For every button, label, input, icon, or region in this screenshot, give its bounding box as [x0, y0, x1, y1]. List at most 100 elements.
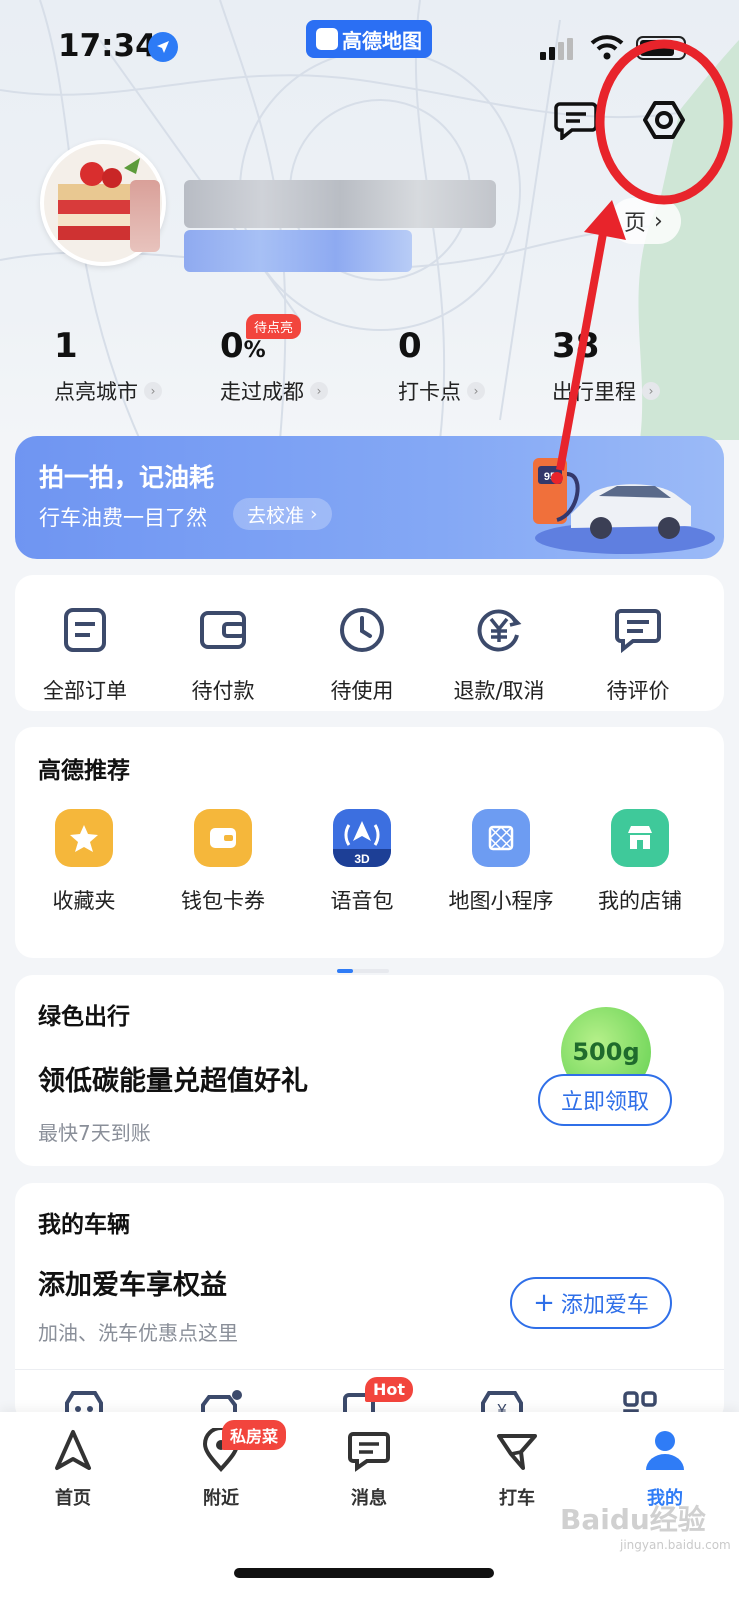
vehicle-card: 我的车辆 添加爱车享权益 加油、洗车优惠点这里 + 添加爱车 Hot ¥ — [15, 1183, 724, 1423]
rec-label: 地图小程序 — [448, 889, 554, 913]
status-time: 17:34 — [58, 28, 157, 64]
nav-taxi[interactable]: 打车 — [462, 1428, 572, 1510]
chevron-right-icon: › — [310, 382, 328, 400]
stat-unit: % — [243, 338, 266, 363]
stat-label: 打卡点 — [398, 380, 461, 404]
battery-icon — [636, 36, 686, 60]
order-label: 待评价 — [606, 679, 670, 703]
shop-icon — [611, 809, 669, 867]
yuan-refund-icon — [477, 609, 522, 652]
vehicle-headline: 添加爱车享权益 — [38, 1270, 227, 1301]
profile-homepage-link[interactable]: 页 › — [610, 198, 681, 244]
chevron-right-icon: › — [654, 208, 663, 234]
stat-label: 点亮城市 — [54, 380, 138, 404]
stat-value: 0 — [398, 326, 422, 366]
claim-label: 立即领取 — [560, 1090, 649, 1115]
order-label: 退款/取消 — [453, 679, 545, 703]
app-badge[interactable]: 高德地图 — [306, 20, 432, 58]
claim-button[interactable]: 立即领取 — [538, 1074, 672, 1126]
stat-cities[interactable]: 1 点亮城市 › — [54, 326, 162, 406]
nav-home[interactable]: 首页 — [18, 1428, 128, 1510]
vehicle-title: 我的车辆 — [38, 1212, 130, 1238]
clock-icon — [340, 608, 384, 652]
voice-3d-tag: 3D — [354, 852, 370, 866]
avatar-blur — [130, 180, 160, 252]
stat-label: 走过成都 — [220, 380, 304, 404]
wallet-icon — [194, 809, 252, 867]
app-badge-label: 高德地图 — [342, 28, 422, 53]
chevron-right-icon: › — [144, 382, 162, 400]
order-all[interactable]: 全部订单 — [25, 605, 145, 705]
add-car-label: 添加爱车 — [560, 1293, 649, 1318]
profile-link-label: 页 — [624, 211, 647, 236]
green-travel-card[interactable]: 绿色出行 领低碳能量兑超值好礼 最快7天到账 500g 立即领取 — [15, 975, 724, 1166]
wallet-icon — [200, 611, 246, 649]
calibrate-button[interactable]: 去校准 › — [233, 498, 332, 530]
nearby-badge: 私房菜 — [222, 1420, 287, 1450]
nav-label: 消息 — [351, 1488, 387, 1509]
order-label: 全部订单 — [43, 679, 127, 703]
nav-label: 附近 — [203, 1488, 239, 1509]
stat-label: 出行里程 — [552, 380, 636, 404]
rec-label: 我的店铺 — [598, 889, 682, 913]
recommend-card: 高德推荐 收藏夹 钱包卡券 3D 语音包 地图小程序 我的店铺 — [15, 727, 724, 973]
navigate-arrow-icon — [55, 1430, 91, 1470]
fuel-car-illustration: 95 — [533, 458, 715, 554]
energy-value: 500g — [572, 1038, 640, 1066]
order-label: 待使用 — [330, 679, 394, 703]
nav-label: 首页 — [55, 1488, 91, 1509]
watermark: Baidu经验 — [560, 1503, 706, 1536]
order-list-icon — [64, 608, 106, 652]
voice-3d-icon: 3D — [333, 809, 391, 867]
nav-label: 打车 — [499, 1488, 535, 1509]
home-indicator[interactable] — [234, 1568, 494, 1578]
rec-mini-program[interactable]: 地图小程序 — [436, 809, 566, 915]
rec-label: 钱包卡券 — [181, 889, 265, 913]
stat-value: 1 — [54, 326, 78, 366]
add-car-button[interactable]: + 添加爱车 — [510, 1277, 672, 1329]
green-title: 绿色出行 — [38, 1004, 130, 1030]
rec-label: 收藏夹 — [52, 889, 116, 913]
rec-wallet[interactable]: 钱包卡券 — [158, 809, 288, 915]
order-to-use[interactable]: 待使用 — [302, 605, 422, 705]
page-indicator — [337, 969, 389, 973]
watermark-url: jingyan.baidu.com — [620, 1538, 731, 1552]
stat-value: 0 — [220, 326, 244, 366]
fuel-banner[interactable]: 拍一拍，记油耗 行车油费一目了然 去校准 › 95 — [15, 436, 724, 559]
orders-card: 全部订单 待付款 待使用 退款/取消 待评价 — [15, 575, 724, 711]
message-button[interactable] — [552, 96, 600, 144]
stat-mileage[interactable]: 38 出行里程 › — [552, 326, 660, 406]
rec-voice[interactable]: 3D 语音包 — [297, 809, 427, 915]
stat-chengdu[interactable]: 0% 走过成都 › — [220, 326, 328, 406]
recommend-title: 高德推荐 — [38, 758, 130, 784]
app-logo-icon — [316, 28, 338, 50]
banner-subtitle: 行车油费一目了然 — [39, 506, 207, 530]
hexagon-settings-icon — [643, 101, 685, 139]
nav-messages[interactable]: 消息 — [314, 1428, 424, 1510]
order-unpaid[interactable]: 待付款 — [163, 605, 283, 705]
plus-icon: + — [533, 1288, 555, 1318]
pump-label: 95 — [544, 471, 556, 483]
settings-button[interactable] — [640, 96, 688, 144]
stat-checkins[interactable]: 0 打卡点 › — [398, 326, 485, 406]
green-headline: 领低碳能量兑超值好礼 — [38, 1066, 308, 1097]
wifi-icon — [590, 35, 624, 60]
rec-shop[interactable]: 我的店铺 — [575, 809, 705, 915]
rec-label: 语音包 — [330, 889, 394, 913]
hot-badge: Hot — [365, 1377, 414, 1402]
green-sub: 最快7天到账 — [38, 1121, 151, 1145]
username-blurred — [184, 180, 496, 228]
calibrate-label: 去校准 — [247, 504, 305, 527]
divider — [15, 1369, 724, 1370]
order-refund[interactable]: 退款/取消 — [439, 605, 559, 705]
star-icon — [55, 809, 113, 867]
message-square-icon — [554, 102, 598, 140]
chevron-right-icon: › — [642, 382, 660, 400]
rec-favorites[interactable]: 收藏夹 — [19, 809, 149, 915]
message-icon — [348, 1432, 390, 1472]
vehicle-sub: 加油、洗车优惠点这里 — [38, 1321, 238, 1345]
location-arrow-icon — [148, 32, 178, 62]
chevron-right-icon: › — [467, 382, 485, 400]
order-review[interactable]: 待评价 — [578, 605, 698, 705]
cellular-signal-icon — [540, 38, 573, 60]
